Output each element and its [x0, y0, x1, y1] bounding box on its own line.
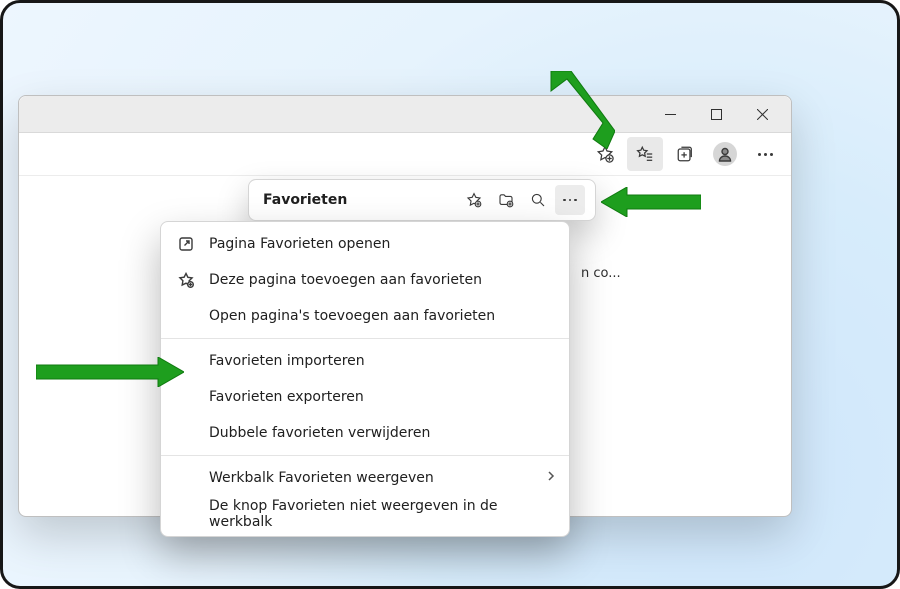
menu-show-toolbar[interactable]: Werkbalk Favorieten weergeven [161, 460, 569, 496]
menu-item-label: Favorieten importeren [209, 353, 365, 369]
window-maximize-button[interactable] [693, 96, 739, 132]
menu-item-label: Pagina Favorieten openen [209, 236, 390, 252]
window-close-button[interactable] [739, 96, 785, 132]
collections-button[interactable] [667, 137, 703, 171]
star-list-icon [636, 145, 654, 163]
annotation-arrow-3 [36, 357, 184, 391]
ellipsis-icon [758, 153, 773, 156]
ellipsis-icon [563, 199, 577, 202]
collections-icon [676, 145, 694, 163]
window-minimize-button[interactable] [647, 96, 693, 132]
menu-item-label: Werkbalk Favorieten weergeven [209, 470, 434, 486]
favorites-panel-title: Favorieten [259, 192, 457, 208]
menu-item-label: De knop Favorieten niet weergeven in de … [209, 498, 553, 530]
menu-item-label: Dubbele favorieten verwijderen [209, 425, 430, 441]
menu-separator [161, 455, 569, 456]
favorites-add-page-button[interactable] [459, 185, 489, 215]
menu-import[interactable]: Favorieten importeren [161, 343, 569, 379]
menu-add-this-page[interactable]: Deze pagina toevoegen aan favorieten [161, 262, 569, 298]
favorites-search-button[interactable] [523, 185, 553, 215]
profile-button[interactable] [707, 137, 743, 171]
favorites-more-button[interactable] [555, 185, 585, 215]
annotation-arrow-2 [601, 187, 701, 221]
favorites-panel: Favorieten [248, 179, 596, 221]
menu-export[interactable]: Favorieten exporteren [161, 379, 569, 415]
open-external-icon [177, 235, 195, 253]
favorites-add-folder-button[interactable] [491, 185, 521, 215]
menu-add-open-pages[interactable]: Open pagina's toevoegen aan favorieten [161, 298, 569, 334]
chevron-right-icon [547, 470, 555, 486]
window-titlebar[interactable] [19, 96, 791, 133]
favorites-more-menu: Pagina Favorieten openen Deze pagina toe… [160, 221, 570, 537]
star-plus-icon [177, 271, 195, 289]
menu-remove-duplicates[interactable]: Dubbele favorieten verwijderen [161, 415, 569, 451]
menu-separator [161, 338, 569, 339]
annotation-arrow-1 [545, 71, 615, 153]
star-plus-icon [466, 192, 482, 208]
menu-item-label: Deze pagina toevoegen aan favorieten [209, 272, 482, 288]
favorites-item-fragment: n co... [581, 266, 621, 281]
menu-hide-button[interactable]: De knop Favorieten niet weergeven in de … [161, 496, 569, 532]
browser-toolbar [19, 133, 791, 176]
avatar-icon [713, 142, 737, 166]
folder-plus-icon [498, 192, 514, 208]
search-icon [530, 192, 546, 208]
menu-item-label: Open pagina's toevoegen aan favorieten [209, 308, 495, 324]
favorites-button[interactable] [627, 137, 663, 171]
desktop-background: n co... Favorieten [0, 0, 900, 589]
settings-and-more-button[interactable] [747, 137, 783, 171]
menu-open-favorites-page[interactable]: Pagina Favorieten openen [161, 226, 569, 262]
menu-item-label: Favorieten exporteren [209, 389, 364, 405]
